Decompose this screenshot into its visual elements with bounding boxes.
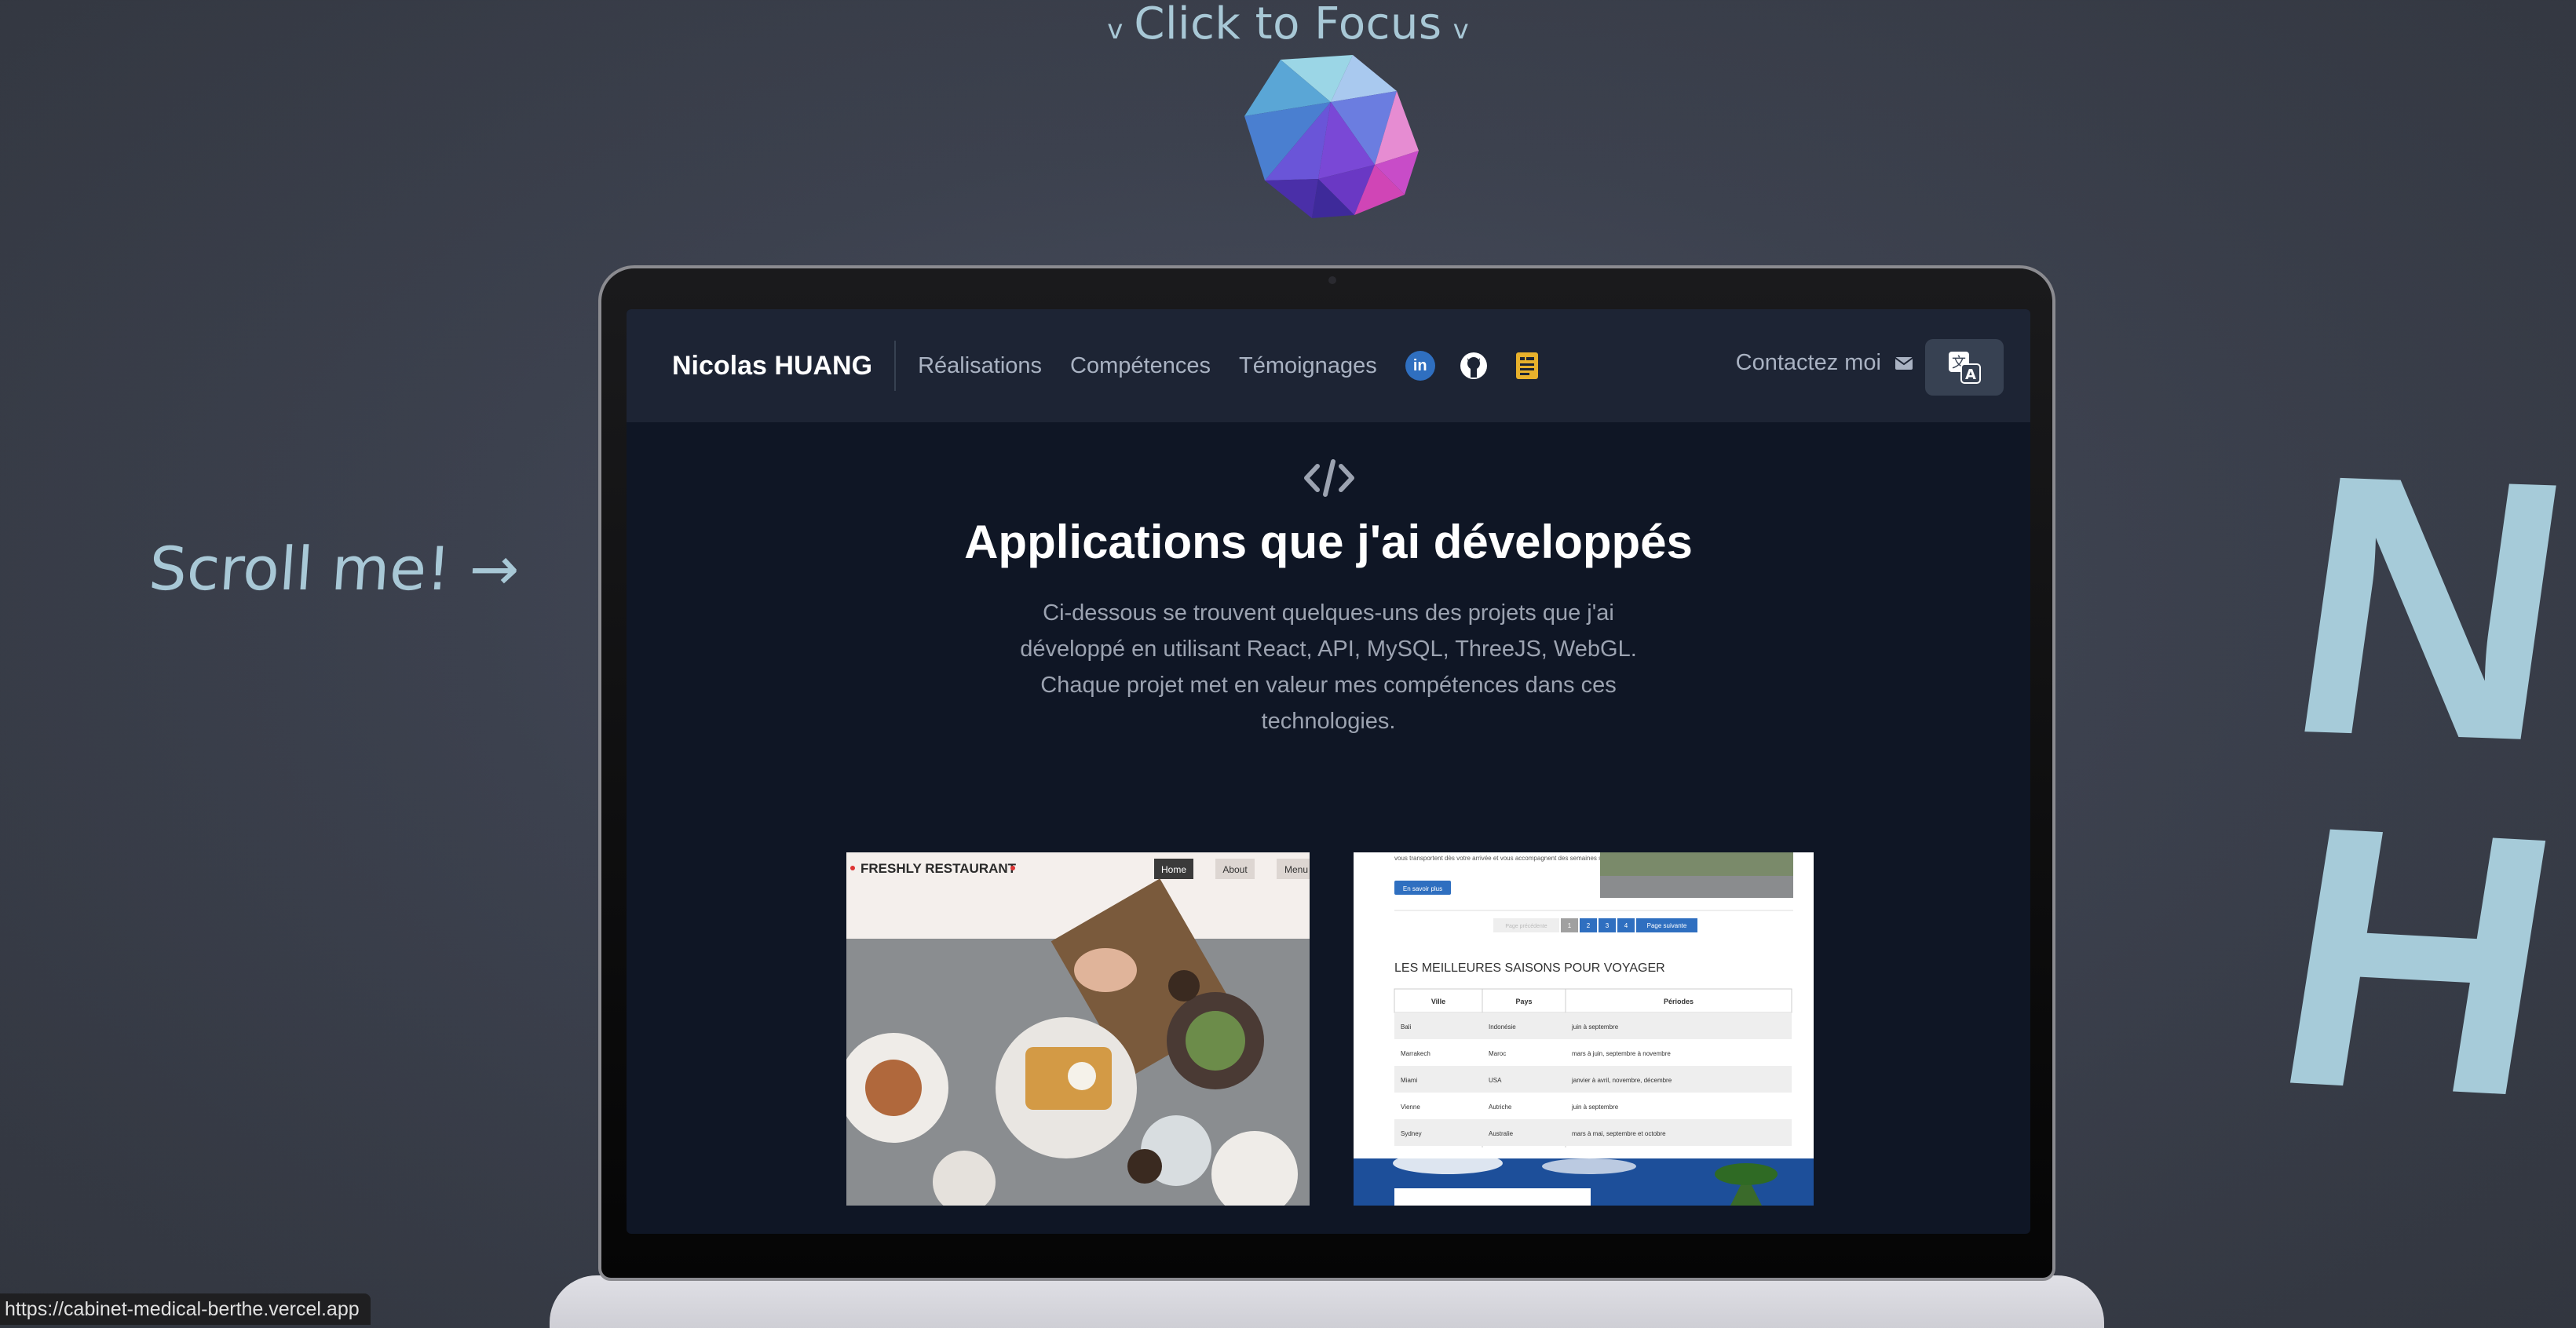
travel-cell: Bali: [1401, 1023, 1412, 1031]
nav-link-realisations[interactable]: Réalisations: [918, 353, 1042, 379]
contact-label: Contactez moi: [1735, 350, 1881, 375]
letter-n: N: [2269, 424, 2576, 819]
site-brand[interactable]: Nicolas HUANG: [672, 351, 872, 381]
svg-text:A: A: [1965, 367, 1976, 383]
link-preview-url: https://cabinet-medical-berthe.vercel.ap…: [0, 1293, 371, 1325]
click-to-focus-hint[interactable]: v Click to Focus v: [0, 0, 2576, 49]
travel-page-1: 1: [1568, 922, 1572, 929]
site-navbar: Nicolas HUANG Réalisations Compétences T…: [627, 309, 2030, 422]
travel-cell: Australie: [1489, 1130, 1514, 1137]
travel-cell: Autriche: [1489, 1104, 1512, 1111]
section-intro: Ci-dessous se trouvent quelques-uns des …: [1020, 600, 1637, 734]
travel-cell: juin à septembre: [1571, 1023, 1619, 1031]
laptop-base: [550, 1275, 2104, 1328]
travel-cell: mars à mai, septembre et octobre: [1572, 1130, 1666, 1137]
chevron-down-icon: v: [1452, 14, 1469, 46]
restaurant-tab-about: About: [1222, 864, 1248, 875]
travel-more-button: En savoir plus: [1403, 885, 1442, 892]
travel-cell: Vienne: [1401, 1104, 1420, 1111]
mail-icon: [1895, 350, 1913, 376]
travel-section-title: LES MEILLEURES SAISONS POUR VOYAGER: [1394, 961, 1665, 975]
linkedin-icon[interactable]: in: [1405, 351, 1435, 381]
travel-page-3: 3: [1606, 922, 1610, 929]
travel-col-periodes: Périodes: [1664, 998, 1694, 1005]
scroll-me-hint: Scroll me! →: [146, 534, 522, 604]
nav-divider: [894, 341, 897, 391]
travel-cell: Maroc: [1489, 1050, 1506, 1057]
laptop-screen[interactable]: Nicolas HUANG Réalisations Compétences T…: [627, 309, 2030, 1234]
travel-cell: mars à juin, septembre à novembre: [1572, 1050, 1671, 1057]
restaurant-title: FRESHLY RESTAURANT: [860, 861, 1017, 876]
resume-icon[interactable]: [1512, 351, 1542, 381]
project-card-restaurant[interactable]: FRESHLY RESTAURANT Home About Menu: [846, 852, 1310, 1206]
travel-cell: Miami: [1401, 1077, 1418, 1084]
contact-link[interactable]: Contactez moi: [1736, 350, 1913, 376]
icosahedron-3d-object[interactable]: [1237, 47, 1425, 224]
travel-col-ville: Ville: [1431, 998, 1445, 1005]
project-card-travel[interactable]: vous transportent dès votre arrivée et v…: [1354, 852, 1814, 1206]
translate-icon: 文 A: [1949, 352, 1981, 384]
click-to-focus-label: Click to Focus: [1134, 0, 1442, 49]
travel-cell: Sydney: [1401, 1130, 1422, 1137]
nav-link-temoignages[interactable]: Témoignages: [1239, 353, 1377, 379]
travel-page-2: 2: [1587, 922, 1591, 929]
camera-dot: [1328, 276, 1336, 284]
travel-cell: USA: [1489, 1077, 1502, 1084]
name-3d-letters: N H: [2269, 424, 2576, 1162]
restaurant-tab-home: Home: [1161, 864, 1186, 875]
laptop-frame: Nicolas HUANG Réalisations Compétences T…: [598, 265, 2055, 1281]
travel-cell: janvier à avril, novembre, décembre: [1571, 1077, 1672, 1084]
language-toggle-button[interactable]: 文 A: [1925, 339, 2004, 396]
travel-page-next: Page suivante: [1647, 922, 1687, 929]
travel-page-4: 4: [1624, 922, 1628, 929]
letter-h: H: [2269, 748, 2576, 1162]
travel-page-prev: Page précédente: [1505, 924, 1547, 929]
travel-col-pays: Pays: [1515, 998, 1532, 1005]
github-icon[interactable]: [1459, 351, 1489, 381]
restaurant-tab-menu: Menu: [1284, 864, 1308, 875]
code-icon: [1304, 459, 1354, 497]
travel-cell: Marrakech: [1401, 1050, 1431, 1057]
travel-cell: Indonésie: [1489, 1023, 1516, 1031]
nav-link-competences[interactable]: Compétences: [1070, 353, 1211, 379]
chevron-down-icon: v: [1107, 14, 1124, 46]
section-headline: Applications que j'ai développés: [964, 516, 1693, 568]
travel-cell: juin à septembre: [1571, 1104, 1619, 1111]
